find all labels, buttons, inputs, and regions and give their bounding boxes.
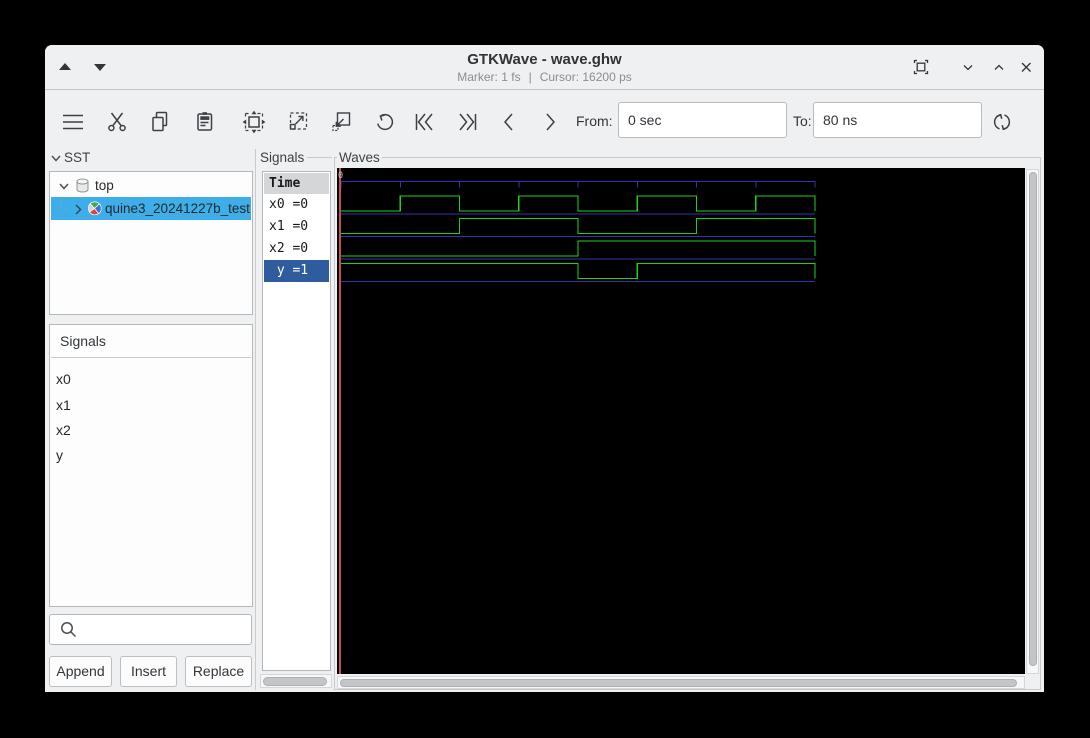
- signals-hscrollbar-thumb[interactable]: [263, 677, 327, 686]
- signals-header-label: Signals: [60, 333, 106, 349]
- menu-button[interactable]: [60, 109, 86, 135]
- cursor-status: Cursor: 16200 ps: [539, 70, 632, 84]
- database-icon: [76, 178, 89, 193]
- step-left-button[interactable]: [496, 109, 522, 135]
- to-end-button[interactable]: [455, 109, 481, 135]
- chevron-down-icon: [963, 65, 973, 71]
- chevron-right-icon: [546, 113, 555, 131]
- zoom-in-icon: [332, 112, 351, 132]
- paned-divider-left[interactable]: [255, 149, 256, 690]
- waves-vscrollbar-thumb[interactable]: [1029, 172, 1037, 666]
- replace-button[interactable]: Replace: [185, 656, 252, 687]
- time-header[interactable]: Time: [264, 173, 329, 194]
- zoom-fit-icon: [242, 110, 266, 134]
- tree-guide-line: [60, 197, 69, 209]
- cut-button[interactable]: [104, 109, 130, 135]
- signal-item-x0[interactable]: x0: [56, 371, 71, 387]
- signal-item-x1[interactable]: x1: [56, 397, 71, 413]
- window-subtitle: Marker: 1 fs | Cursor: 16200 ps: [45, 70, 1044, 84]
- expander-closed-icon[interactable]: [71, 202, 85, 216]
- from-input[interactable]: [618, 102, 787, 138]
- close-icon: [1021, 62, 1031, 72]
- chevron-down-icon: [51, 155, 61, 162]
- waves-hscrollbar-track[interactable]: [337, 676, 1025, 689]
- chevron-left-icon: [504, 113, 513, 131]
- window-title: GTKWave - wave.ghw: [467, 51, 622, 68]
- chevron-up-icon: [994, 64, 1004, 70]
- wave-row-x0[interactable]: x0 =0: [264, 194, 329, 216]
- zoom-out-icon: [289, 112, 308, 130]
- signal-item-x2[interactable]: x2: [56, 422, 71, 438]
- search-icon: [61, 622, 77, 638]
- zoom-out-button[interactable]: [285, 109, 311, 135]
- gtkwave-window: GTKWave - wave.ghw Marker: 1 fs | Cursor: …: [45, 45, 1044, 692]
- append-button[interactable]: Append: [49, 656, 112, 687]
- time-header-label: Time: [269, 176, 301, 191]
- tree-item-top[interactable]: top: [51, 174, 251, 197]
- sst-label: SST: [64, 150, 91, 165]
- paste-icon: [197, 112, 213, 131]
- to-input[interactable]: [813, 102, 982, 138]
- maximize-button[interactable]: [911, 57, 931, 77]
- titlebar[interactable]: GTKWave - wave.ghw Marker: 1 fs | Cursor: …: [45, 45, 1044, 90]
- wave-row-x2[interactable]: x2 =0: [264, 238, 329, 260]
- toolbar: From: To:: [45, 90, 1044, 148]
- paste-button[interactable]: [192, 109, 218, 135]
- step-right-button[interactable]: [537, 109, 563, 135]
- signal-values-list[interactable]: Time x0 =0 x1 =0 x2 =0 y =1: [262, 171, 331, 671]
- waveform-plot: 0: [338, 168, 816, 674]
- to-start-icon: [415, 113, 433, 131]
- to-end-icon: [459, 113, 477, 131]
- svg-text:0: 0: [338, 171, 343, 181]
- tree-item-label: top: [95, 178, 114, 193]
- wave-row-x1[interactable]: x1 =0: [264, 216, 329, 238]
- tree-item-module[interactable]: quine3_20241227b_test: [51, 197, 251, 220]
- menu-icon: [63, 114, 83, 130]
- close-button[interactable]: [1016, 57, 1036, 77]
- undo-button[interactable]: [372, 109, 398, 135]
- copy-icon: [152, 111, 168, 132]
- reload-button[interactable]: [989, 109, 1015, 135]
- signals-frame-line: [307, 157, 332, 158]
- left-signals-list[interactable]: Signals x0 x1 x2 y: [49, 324, 253, 607]
- restore-button[interactable]: [989, 57, 1009, 77]
- expander-open-icon[interactable]: [57, 179, 71, 193]
- tree-item-label: quine3_20241227b_test: [105, 201, 250, 216]
- signal-item-y[interactable]: y: [56, 447, 63, 463]
- signals-frame-label: Signals: [258, 150, 307, 165]
- signals-column-header[interactable]: Signals: [51, 326, 251, 358]
- module-icon: [87, 201, 102, 216]
- waves-vscrollbar-track[interactable]: [1026, 169, 1039, 674]
- zoom-in-button[interactable]: [328, 109, 354, 135]
- waves-hscrollbar-thumb[interactable]: [340, 679, 1017, 687]
- wave-canvas[interactable]: 0: [337, 168, 1025, 674]
- maximize-icon: [913, 59, 929, 75]
- zoom-fit-button[interactable]: [241, 109, 267, 135]
- to-start-button[interactable]: [411, 109, 437, 135]
- marker-status: Marker: 1 fs: [457, 70, 521, 84]
- to-label: To:: [793, 113, 812, 129]
- minimize-button[interactable]: [958, 57, 978, 77]
- wave-row-y[interactable]: y =1: [264, 260, 329, 282]
- undo-icon: [377, 113, 394, 131]
- subtitle-separator: |: [528, 70, 532, 84]
- sst-expander[interactable]: SST: [50, 150, 90, 166]
- signals-hscrollbar-track[interactable]: [260, 674, 332, 688]
- waves-frame-label: Waves: [337, 150, 382, 165]
- scissors-icon: [108, 112, 126, 132]
- from-label: From:: [576, 113, 613, 129]
- copy-button[interactable]: [147, 109, 173, 135]
- insert-button[interactable]: Insert: [120, 656, 177, 687]
- reload-icon: [993, 113, 1011, 131]
- search-input[interactable]: [49, 614, 252, 645]
- sst-tree[interactable]: top quine3_20241227b_test: [49, 171, 253, 315]
